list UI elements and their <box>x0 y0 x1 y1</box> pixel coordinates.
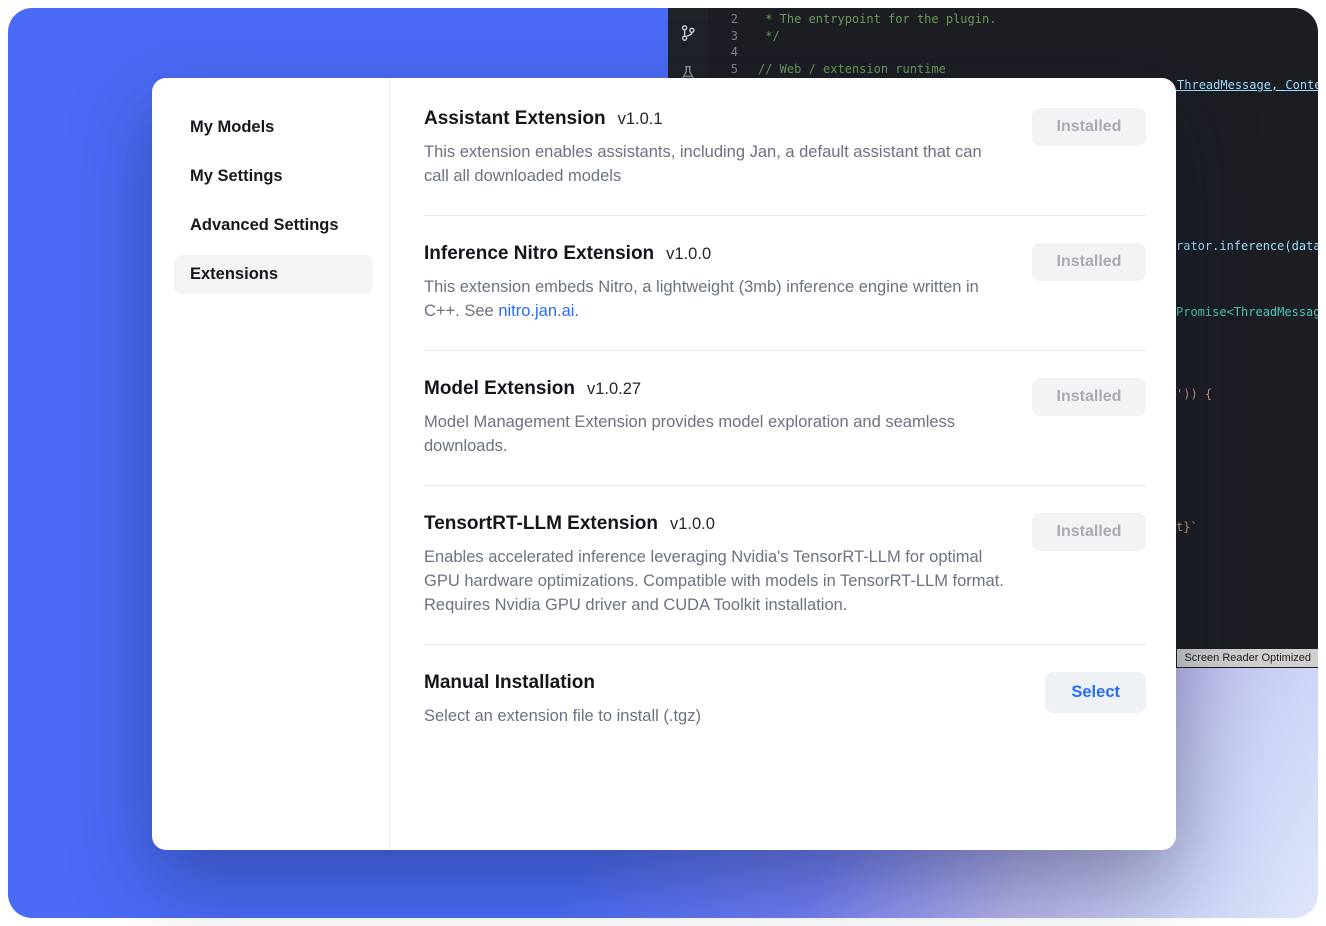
installed-button[interactable]: Installed <box>1032 243 1146 281</box>
code-fragment: rator.inference(data)); <box>1176 239 1318 253</box>
extension-description: Model Management Extension provides mode… <box>424 410 1009 458</box>
extension-title: TensortRT-LLM Extension <box>424 513 658 535</box>
extension-row-inference-nitro: Inference Nitro Extension v1.0.0 This ex… <box>424 243 1146 323</box>
sidebar-item-my-settings[interactable]: My Settings <box>174 157 373 196</box>
code-text: */ <box>738 28 780 45</box>
extension-title: Assistant Extension <box>424 108 606 130</box>
screen: 2 * The entrypoint for the plugin. 3 */ … <box>0 0 1326 926</box>
code-line: 2 * The entrypoint for the plugin. <box>708 11 1318 28</box>
divider <box>424 485 1146 486</box>
extension-title: Model Extension <box>424 378 575 400</box>
code-fragment: Promise<ThreadMessage> <box>1176 305 1318 319</box>
line-number: 5 <box>708 61 738 78</box>
code-text: * The entrypoint for the plugin. <box>738 11 996 28</box>
extension-version: v1.0.0 <box>666 245 711 264</box>
code-line: 4 <box>708 44 1318 61</box>
divider <box>424 644 1146 645</box>
manual-installation-row: Manual Installation Select an extension … <box>424 672 1146 728</box>
divider <box>424 350 1146 351</box>
extension-version: v1.0.1 <box>618 110 663 129</box>
line-number: 3 <box>708 28 738 45</box>
line-number: 2 <box>708 11 738 28</box>
settings-modal: My Models My Settings Advanced Settings … <box>152 78 1176 850</box>
divider <box>424 215 1146 216</box>
code-text <box>738 44 758 61</box>
extensions-panel: Assistant Extension v1.0.1 This extensio… <box>390 78 1176 850</box>
extension-description: This extension embeds Nitro, a lightweig… <box>424 275 1009 323</box>
manual-installation-description: Select an extension file to install (.tg… <box>424 704 701 728</box>
git-branch-icon[interactable] <box>679 24 697 45</box>
sidebar-item-my-models[interactable]: My Models <box>174 108 373 147</box>
extension-description: Enables accelerated inference leveraging… <box>424 545 1009 617</box>
installed-button[interactable]: Installed <box>1032 378 1146 416</box>
extension-row-tensorrt-llm: TensortRT-LLM Extension v1.0.0 Enables a… <box>424 513 1146 617</box>
screen-reader-optimized-badge[interactable]: Screen Reader Optimized <box>1177 649 1318 667</box>
settings-sidebar: My Models My Settings Advanced Settings … <box>152 78 390 850</box>
code-fragment: ')) { <box>1176 387 1212 401</box>
code-text: // Web / extension runtime <box>738 61 946 78</box>
extension-version: v1.0.27 <box>587 380 641 399</box>
nitro-jan-ai-link[interactable]: nitro.jan.ai. <box>498 302 579 320</box>
manual-installation-title: Manual Installation <box>424 672 595 694</box>
extension-row-assistant: Assistant Extension v1.0.1 This extensio… <box>424 108 1146 188</box>
extension-title: Inference Nitro Extension <box>424 243 654 265</box>
select-file-button[interactable]: Select <box>1045 672 1146 713</box>
line-number: 4 <box>708 44 738 61</box>
sidebar-item-advanced-settings[interactable]: Advanced Settings <box>174 206 373 245</box>
extension-description: This extension enables assistants, inclu… <box>424 140 1009 188</box>
code-line: 3 */ <box>708 28 1318 45</box>
installed-button[interactable]: Installed <box>1032 513 1146 551</box>
extension-row-model: Model Extension v1.0.27 Model Management… <box>424 378 1146 458</box>
code-fragment: t}` <box>1176 520 1198 534</box>
code-line: 5 // Web / extension runtime <box>708 61 1318 78</box>
extension-version: v1.0.0 <box>670 515 715 534</box>
installed-button[interactable]: Installed <box>1032 108 1146 146</box>
sidebar-item-extensions[interactable]: Extensions <box>174 255 373 294</box>
